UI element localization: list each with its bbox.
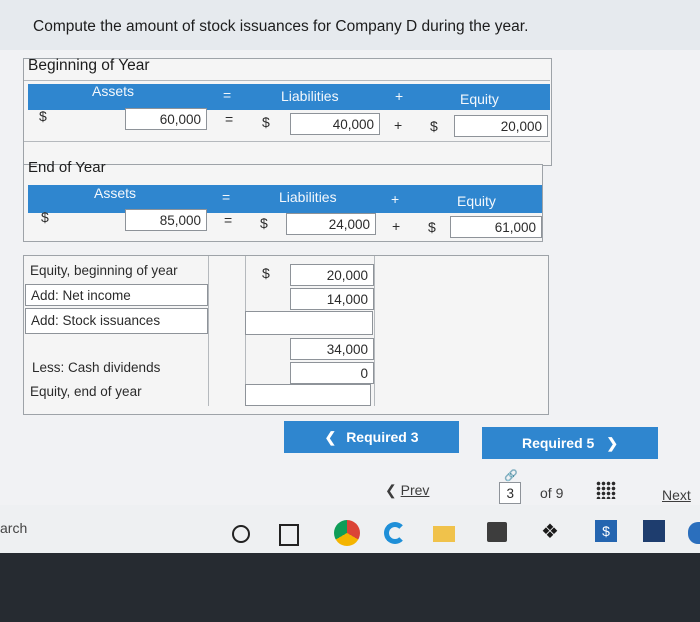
browser-content: Compute the amount of stock issuances fo… (0, 0, 700, 520)
assets-header: Assets (94, 185, 137, 201)
row-label-cash-dividends: Less: Cash dividends (32, 360, 161, 375)
beginning-header-bar: Assets = Liabilities + Equity (28, 83, 550, 110)
end-year-title: End of Year (28, 159, 106, 176)
prev-link[interactable]: ❮ Prev (385, 482, 429, 499)
assets-dollar: $ (39, 108, 47, 124)
equals-sign: = (223, 87, 232, 103)
plus-sign: + (395, 88, 404, 104)
divider (374, 256, 375, 406)
chevron-left-icon: ❮ (324, 428, 337, 445)
net-income-value[interactable]: 14,000 (290, 288, 374, 310)
liabilities-begin-field[interactable]: 40,000 (290, 113, 380, 135)
equals-sign: = (222, 189, 231, 205)
task-view-icon[interactable] (279, 524, 299, 546)
row-label-equity-end: Equity, end of year (30, 384, 142, 399)
assets-begin-field[interactable]: 60,000 (125, 108, 207, 130)
analysis-dollar: $ (262, 265, 270, 281)
equals-sign: = (224, 212, 233, 228)
plus-sign: + (394, 117, 403, 133)
equity-begin-value[interactable]: 20,000 (290, 264, 374, 286)
search-box-text[interactable]: arch (0, 520, 27, 536)
row-label-net-income[interactable]: Add: Net income (25, 284, 208, 306)
app-icon[interactable] (688, 522, 700, 544)
assets-end-field[interactable]: 85,000 (125, 209, 207, 231)
equity-end-value[interactable] (245, 384, 371, 406)
app-icon[interactable] (643, 520, 665, 542)
store-icon[interactable] (487, 522, 507, 542)
equity-dollar: $ (428, 219, 436, 235)
liabilities-dollar: $ (262, 114, 270, 130)
file-explorer-icon[interactable] (433, 526, 455, 542)
required-5-button[interactable]: Required 5 ❯ (482, 427, 658, 459)
chevron-right-icon: ❯ (606, 434, 619, 451)
app-icon[interactable]: $ (595, 520, 617, 542)
row-label-equity-begin: Equity, beginning of year (30, 263, 178, 278)
end-header-bar: Assets = Liabilities + Equity (28, 185, 542, 213)
equity-header: Equity (457, 193, 496, 209)
divider (24, 141, 550, 142)
stock-issuances-value[interactable] (245, 311, 373, 335)
next-link[interactable]: Next (662, 487, 691, 503)
chrome-icon[interactable] (334, 520, 360, 546)
assets-header: Assets (92, 83, 135, 99)
page-number-field[interactable]: 3 (499, 482, 521, 504)
divider (208, 256, 209, 406)
equals-sign: = (225, 111, 234, 127)
link-icon: 🔗 (504, 470, 518, 482)
liabilities-header: Liabilities (281, 88, 339, 104)
beginning-year-title: Beginning of Year (28, 57, 150, 74)
equity-begin-field[interactable]: 20,000 (454, 115, 548, 137)
row-label-stock-issuances[interactable]: Add: Stock issuances (25, 308, 208, 334)
cortana-icon[interactable] (232, 525, 250, 543)
plus-sign: + (391, 191, 400, 207)
subtotal-value[interactable]: 34,000 (290, 338, 374, 360)
liabilities-dollar: $ (260, 215, 268, 231)
chevron-left-icon: ❮ (385, 482, 401, 498)
liabilities-end-field[interactable]: 24,000 (286, 213, 376, 235)
question-text: Compute the amount of stock issuances fo… (33, 18, 529, 35)
divider (24, 80, 550, 81)
page-of-label: of 9 (540, 485, 564, 501)
grid-menu-icon[interactable] (596, 481, 616, 499)
equity-dollar: $ (430, 118, 438, 134)
cash-dividends-value[interactable]: 0 (290, 362, 374, 384)
equity-header: Equity (460, 91, 499, 107)
dropbox-icon[interactable]: ❖ (541, 522, 559, 542)
assets-dollar: $ (41, 209, 49, 225)
liabilities-header: Liabilities (279, 189, 337, 205)
edge-icon[interactable] (384, 522, 406, 544)
equity-end-field[interactable]: 61,000 (450, 216, 542, 238)
required-3-button[interactable]: ❮ Required 3 (284, 421, 459, 453)
device-bezel (0, 553, 700, 622)
plus-sign: + (392, 218, 401, 234)
